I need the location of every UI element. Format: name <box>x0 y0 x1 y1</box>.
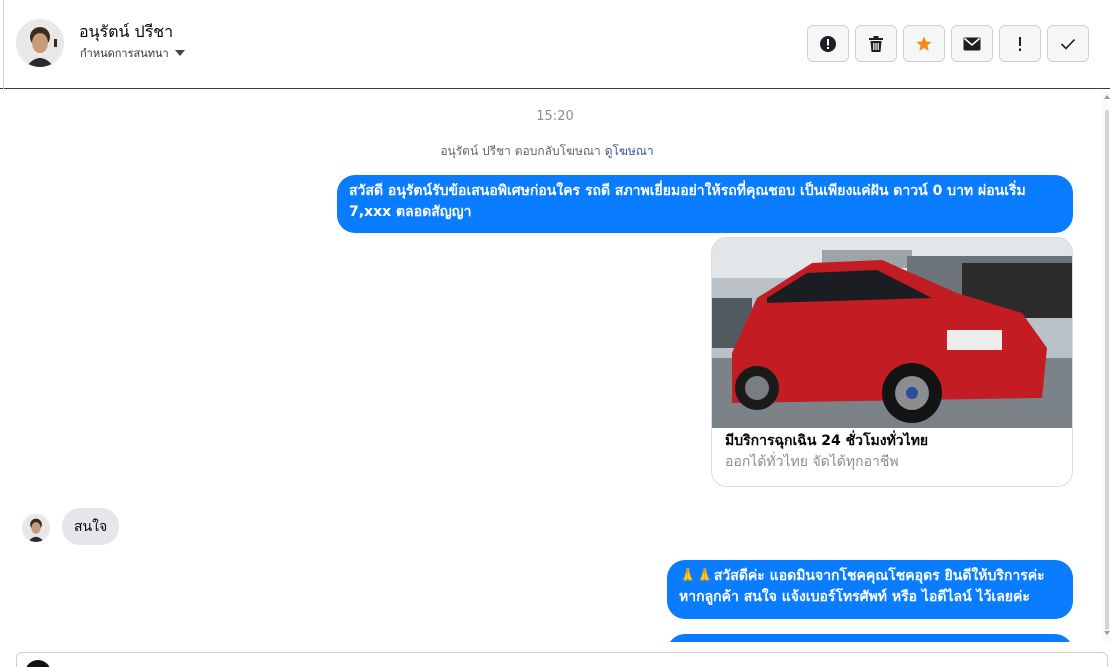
message-composer[interactable] <box>16 652 1108 667</box>
outgoing-message[interactable]: 🙏🙏สวัสดีค่ะ แอดมินจากโชคคุณโชคอุดร ยินดี… <box>667 560 1073 619</box>
incoming-message[interactable]: สนใจ <box>62 508 120 545</box>
sender-avatar <box>22 514 50 542</box>
scroll-down-arrow-icon[interactable] <box>1104 631 1110 635</box>
check-icon <box>1060 38 1076 50</box>
trash-icon <box>869 35 883 52</box>
star-icon <box>916 36 932 51</box>
outgoing-message-partial[interactable] <box>667 634 1073 642</box>
message-thread[interactable]: 15:20 อนุรัตน์ ปรีชา ตอบกลับโฆษณา ดูโฆษณา… <box>0 89 1103 642</box>
ad-card-subtitle: ออกได้ทั่วไทย จัดได้ทุกอาชีพ <box>725 454 899 470</box>
contact-name[interactable]: อนุรัตน์ ปรีชา <box>79 20 173 45</box>
delete-button[interactable] <box>855 25 897 62</box>
exclamation-icon <box>1019 36 1021 51</box>
conversation-header: อนุรัตน์ ปรีชา กำหนดการสนทนา <box>0 0 1110 89</box>
message-timestamp: 15:20 <box>536 109 574 124</box>
scrollbar-thumb[interactable] <box>1105 110 1109 630</box>
panel-edge <box>3 0 4 89</box>
avatar-photo <box>22 514 50 542</box>
car-photo <box>712 238 1072 428</box>
report-button[interactable] <box>807 25 849 62</box>
conversation-label: กำหนดการสนทนา <box>80 47 169 60</box>
ad-card[interactable]: มีบริการฉุกเฉิน 24 ชั่วโมงทั่วไทย ออกได้… <box>711 237 1073 487</box>
spam-button[interactable] <box>999 25 1041 62</box>
mark-done-button[interactable] <box>1047 25 1089 62</box>
outgoing-message[interactable]: สวัสดี อนุรัตน์รับข้อเสนอพิเศษก่อนใคร รถ… <box>337 175 1073 233</box>
conversation-toolbar <box>807 25 1089 62</box>
avatar-photo <box>16 19 64 67</box>
ad-reply-text: อนุรัตน์ ปรีชา ตอบกลับโฆษณา <box>440 144 601 158</box>
caret-down-icon <box>174 50 185 56</box>
ad-card-title: มีบริการฉุกเฉิน 24 ชั่วโมงทั่วไทย <box>725 433 929 449</box>
view-ad-link[interactable]: ดูโฆษณา <box>605 144 654 158</box>
star-button[interactable] <box>903 25 945 62</box>
alert-circle-icon <box>820 35 836 52</box>
mark-unread-button[interactable] <box>951 25 993 62</box>
envelope-icon <box>963 37 981 50</box>
scroll-up-arrow-icon[interactable] <box>1104 95 1110 99</box>
contact-avatar[interactable] <box>16 19 64 67</box>
conversation-label-dropdown[interactable]: กำหนดการสนทนา <box>80 44 185 62</box>
ad-reply-notice: อนุรัตน์ ปรีชา ตอบกลับโฆษณา ดูโฆษณา <box>0 142 1094 161</box>
